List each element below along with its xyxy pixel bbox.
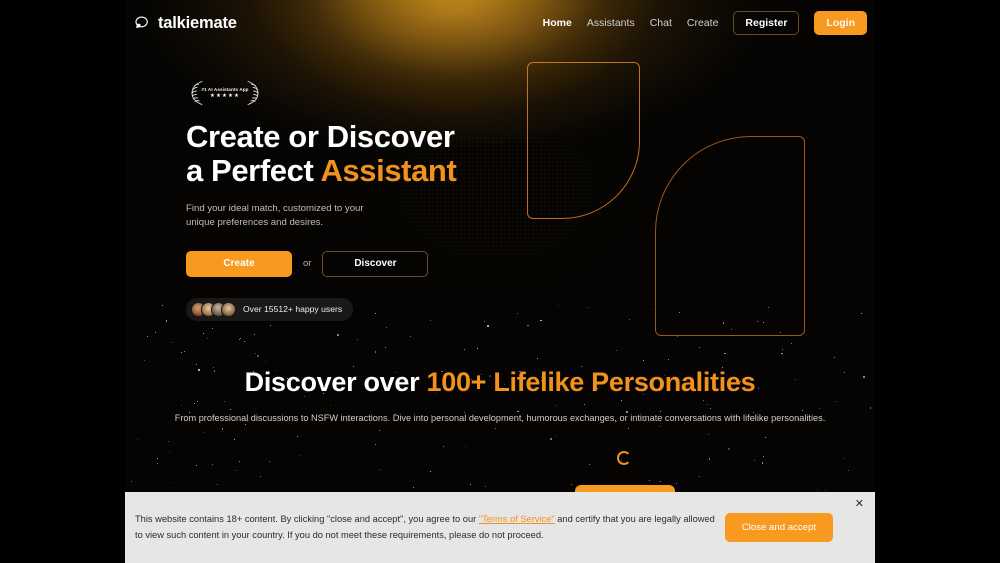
star-rating-icon: ★★★★★	[209, 93, 241, 99]
badge-label: #1 AI Assistants App	[201, 87, 249, 92]
hero-title-line2-plain: a Perfect	[186, 153, 321, 189]
hero-outline-shape-left	[527, 62, 640, 219]
chat-bubble-icon	[133, 14, 151, 32]
nav-item-chat[interactable]: Chat	[650, 17, 672, 29]
terms-of-service-link[interactable]: "Terms of Service"	[479, 514, 555, 524]
hero-title-line2-accent: Assistant	[320, 153, 457, 189]
social-proof-pill: Over 15512+ happy users	[186, 297, 354, 321]
loading-spinner-icon	[617, 451, 631, 465]
brand-name: talkiemate	[158, 13, 237, 32]
consent-banner-text: This website contains 18+ content. By cl…	[135, 512, 725, 542]
avatar-group	[191, 301, 236, 317]
hero-title: Create or Discover a Perfect Assistant	[186, 119, 516, 189]
create-button[interactable]: Create	[186, 250, 292, 277]
social-proof-label: Over 15512+ happy users	[243, 304, 343, 315]
nav-item-create[interactable]: Create	[687, 17, 719, 29]
page-root: talkiemate Home Assistants Chat Create R…	[0, 0, 1000, 563]
site-viewport: talkiemate Home Assistants Chat Create R…	[125, 0, 875, 563]
nav-item-assistants[interactable]: Assistants	[587, 17, 635, 29]
personalities-title-plain: Discover over	[244, 367, 427, 397]
close-and-accept-button[interactable]: Close and accept	[724, 513, 833, 542]
nav-links-group: Home Assistants Chat Create Register Log…	[543, 11, 867, 35]
hero-cta-row: Create or Discover	[186, 250, 516, 277]
personalities-title-accent: 100+ Lifelike Personalities	[426, 367, 756, 397]
personalities-section: Discover over 100+ Lifelike Personalitie…	[125, 367, 875, 425]
brand-logo[interactable]: talkiemate	[133, 14, 237, 33]
avatar	[221, 301, 236, 317]
personalities-title: Discover over 100+ Lifelike Personalitie…	[125, 367, 875, 398]
personalities-description: From professional discussions to NSFW in…	[174, 412, 826, 423]
login-button[interactable]: Login	[814, 11, 867, 35]
nav-item-home[interactable]: Home	[543, 17, 572, 29]
discover-button[interactable]: Discover	[322, 250, 429, 277]
register-button[interactable]: Register	[733, 11, 800, 35]
age-consent-banner: This website contains 18+ content. By cl…	[125, 492, 875, 563]
hero-outline-shape-right	[655, 136, 805, 336]
top-navigation: talkiemate Home Assistants Chat Create R…	[125, 0, 875, 46]
hero-section: #1 AI Assistants App ★★★★★ Create or Dis…	[186, 78, 516, 322]
hero-title-line1: Create or Discover	[186, 119, 455, 154]
close-icon[interactable]: ✕	[855, 499, 864, 510]
cta-separator-label: or	[303, 258, 312, 270]
consent-text-part1: This website contains 18+ content. By cl…	[135, 514, 479, 525]
award-badge: #1 AI Assistants App ★★★★★	[186, 78, 264, 108]
hero-subtitle: Find your ideal match, customized to you…	[186, 203, 364, 229]
